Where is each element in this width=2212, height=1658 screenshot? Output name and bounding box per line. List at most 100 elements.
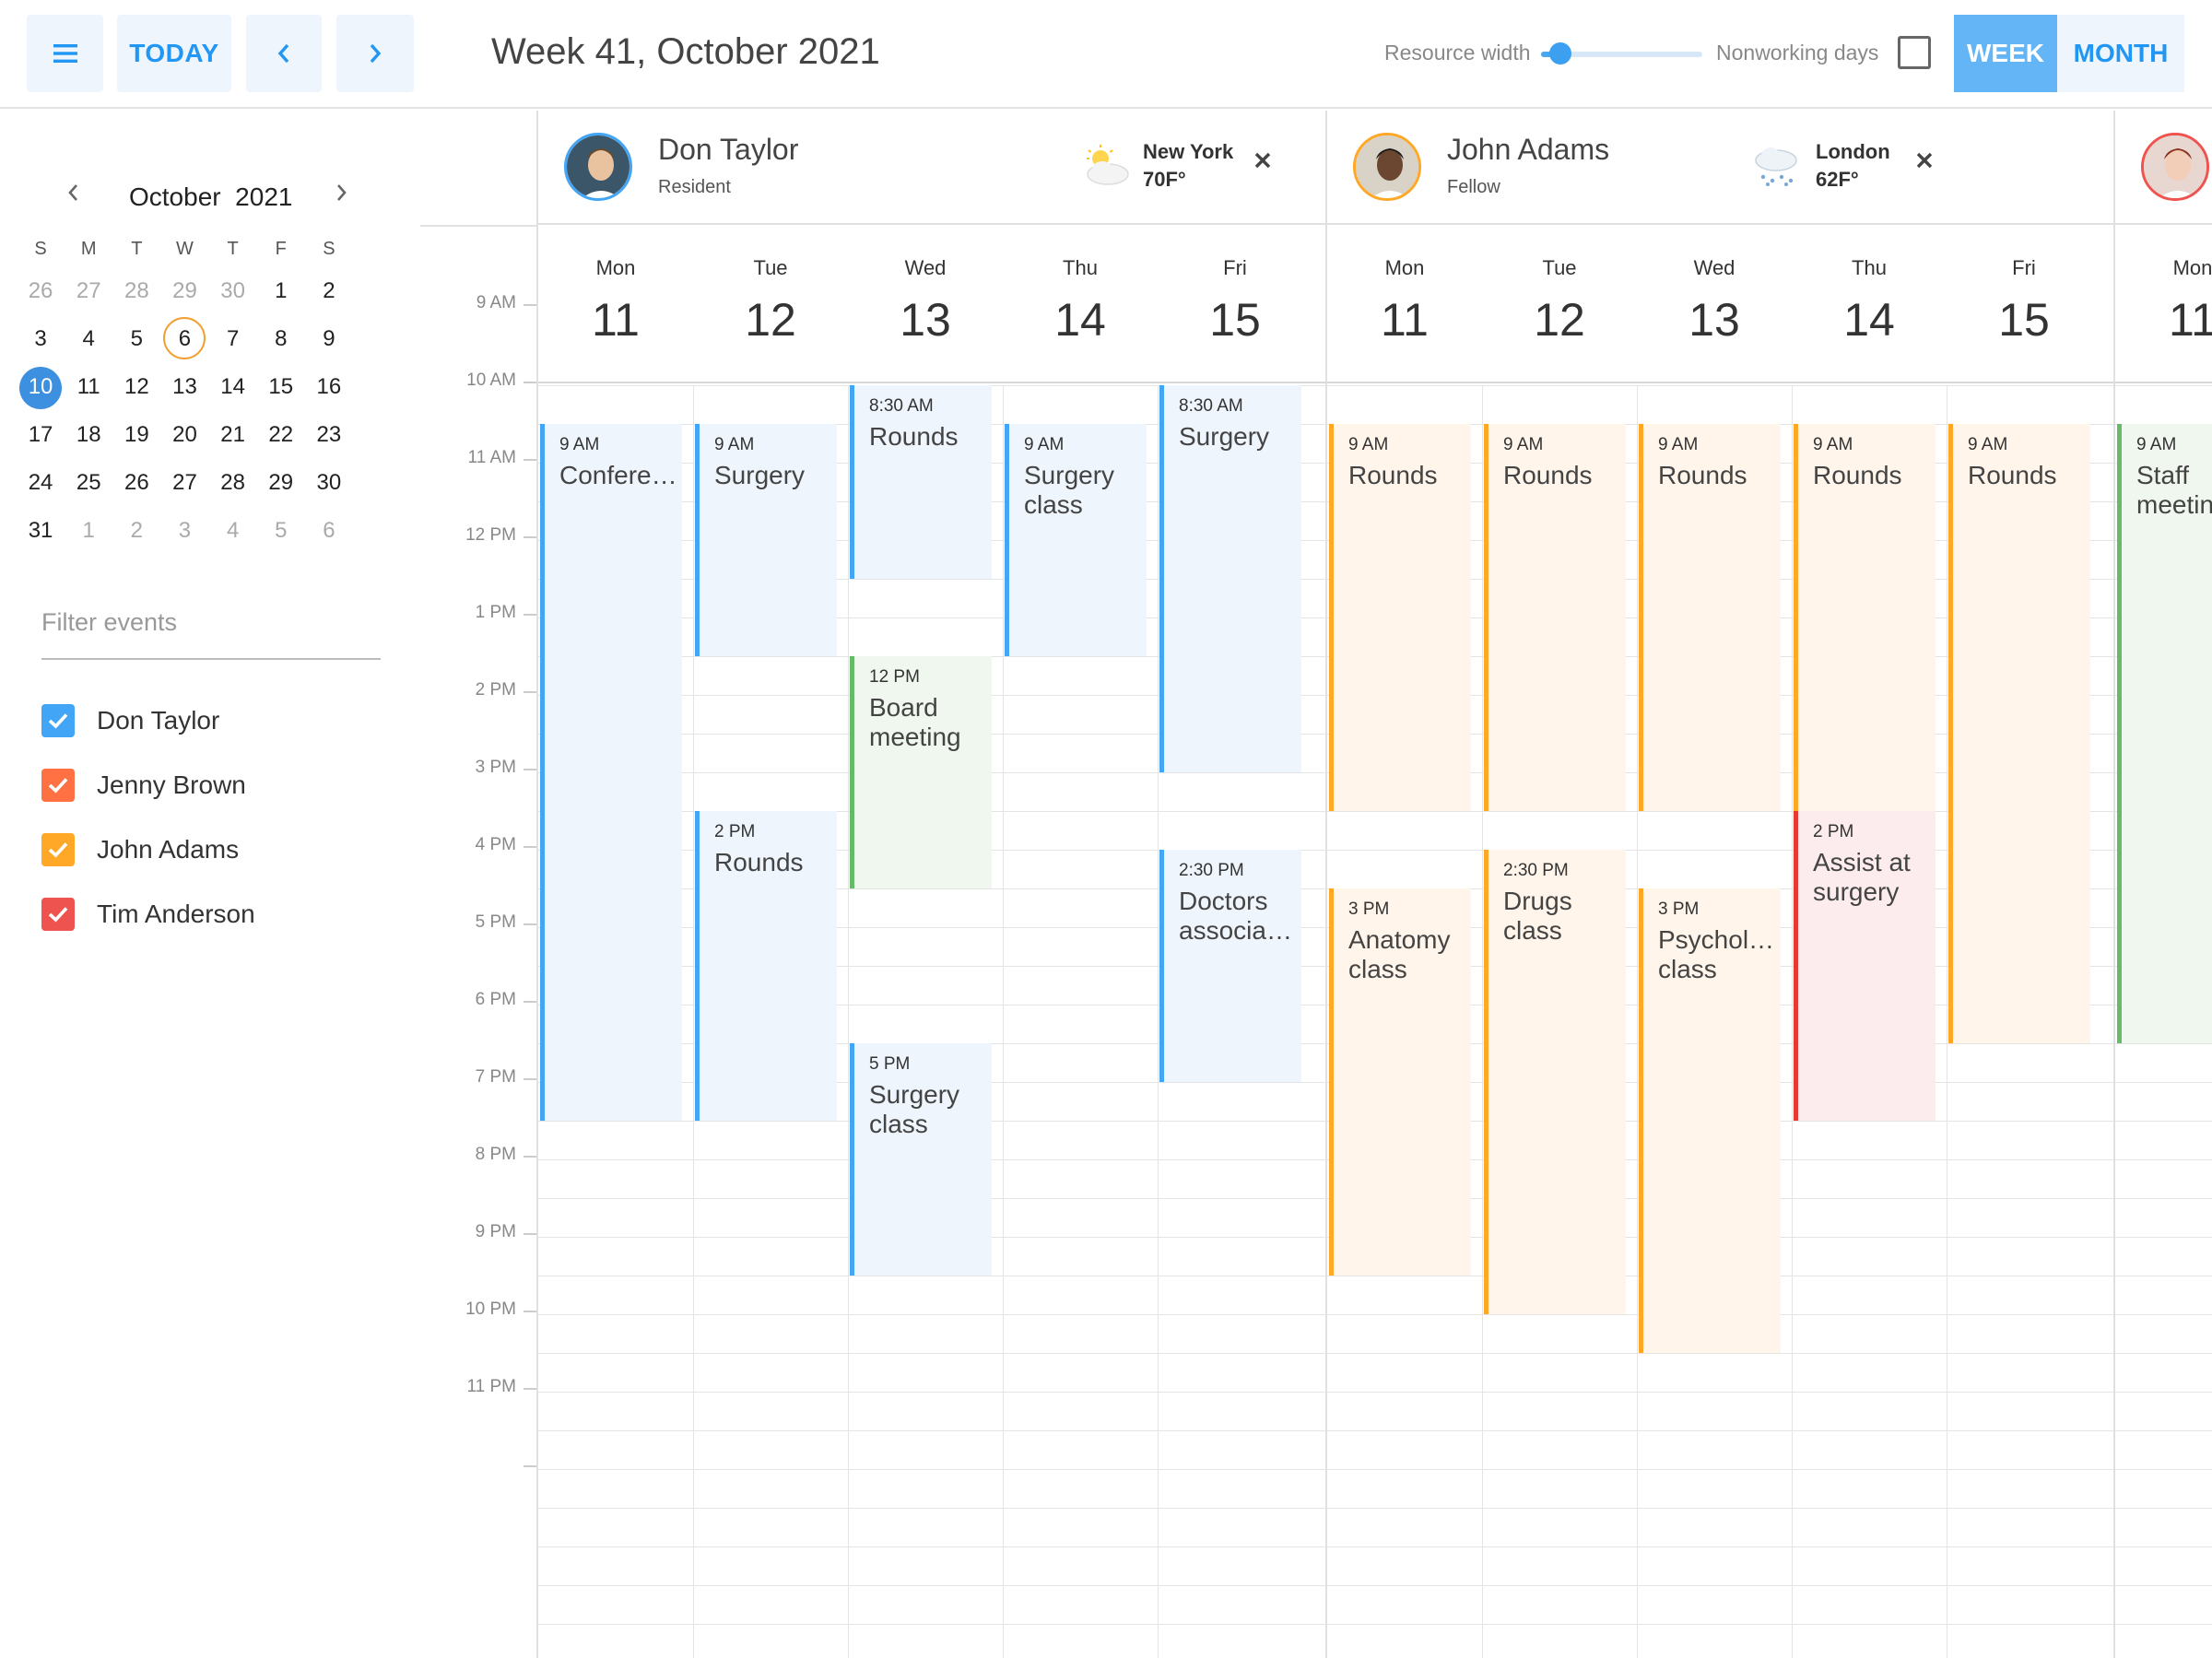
time-grid[interactable]: 9 AM Rounds 3 PM Anatomy class 9 AM Rounds 2:3… [1327,385,2114,1658]
resource-checkbox[interactable] [41,833,75,866]
nonworking-days-checkbox[interactable] [1898,36,1931,69]
mini-calendar-day[interactable]: 17 [17,411,65,459]
calendar-event[interactable]: 9 AM Surgery [695,424,837,656]
resource-checkbox[interactable] [41,704,75,737]
mini-calendar-day[interactable]: 21 [209,411,257,459]
calendar-event[interactable]: 5 PM Surgery class [850,1043,992,1276]
mini-calendar-day[interactable]: 24 [17,459,65,507]
mini-calendar-day[interactable]: 27 [65,267,112,315]
resource-width-slider[interactable] [1541,42,1702,65]
mini-calendar-day[interactable]: 29 [160,267,208,315]
day-header[interactable]: Tue 12 [1482,227,1637,383]
time-grid[interactable]: 9 AM Staff meetin [2115,385,2212,1658]
mini-calendar-day[interactable]: 26 [17,267,65,315]
day-header[interactable]: Tue 12 [693,227,848,383]
calendar-event[interactable]: 2 PM Assist at surgery [1794,811,1936,1121]
next-week-button[interactable] [336,15,414,92]
mini-calendar-day[interactable]: 6 [160,315,208,363]
calendar-event[interactable]: 2 PM Rounds [695,811,837,1121]
mini-calendar-day[interactable]: 19 [112,411,160,459]
mini-calendar-day[interactable]: 18 [65,411,112,459]
mini-calendar-day[interactable]: 9 [305,315,353,363]
calendar-event[interactable]: 3 PM Anatomy class [1329,888,1471,1276]
calendar-event[interactable]: 3 PM Psychol… class [1639,888,1781,1353]
prev-week-button[interactable] [246,15,322,92]
resource-checkbox[interactable] [41,898,75,931]
mini-calendar-day[interactable]: 16 [305,363,353,411]
mini-next-month-button[interactable] [335,177,348,208]
calendar-event[interactable]: 9 AM Surgery class [1005,424,1147,656]
calendar-event[interactable]: 8:30 AM Surgery [1159,385,1301,772]
mini-calendar-day[interactable]: 1 [257,267,305,315]
mini-calendar-day[interactable]: 26 [112,459,160,507]
mini-calendar-day[interactable]: 28 [209,459,257,507]
mini-calendar-day[interactable]: 3 [160,507,208,555]
day-header[interactable]: Mon 11 [2115,227,2212,383]
calendar-event[interactable]: 2:30 PM Drugs class [1484,850,1626,1314]
calendar-event[interactable]: 12 PM Board meeting [850,656,992,888]
mini-calendar-day[interactable]: 3 [17,315,65,363]
mini-calendar-day[interactable]: 7 [209,315,257,363]
mini-calendar-day[interactable]: 25 [65,459,112,507]
resource-filter-item[interactable]: John Adams [41,831,239,868]
day-header[interactable]: Wed 13 [848,227,1003,383]
month-view-button[interactable]: MONTH [2057,15,2184,92]
day-header[interactable]: Thu 14 [1003,227,1158,383]
calendar-event[interactable]: 9 AM Staff meetin [2117,424,2212,1043]
close-resource-button[interactable] [1915,146,1934,177]
resource-filter-item[interactable]: Don Taylor [41,702,219,739]
mini-calendar-day[interactable]: 4 [65,315,112,363]
slider-thumb[interactable] [1549,42,1571,65]
mini-calendar-day[interactable]: 30 [209,267,257,315]
mini-calendar-day[interactable]: 30 [305,459,353,507]
menu-button[interactable] [27,15,103,92]
mini-calendar-day[interactable]: 31 [17,507,65,555]
mini-calendar-day[interactable]: 20 [160,411,208,459]
mini-day-number: 23 [316,422,342,447]
mini-calendar-day[interactable]: 10 [17,363,65,411]
day-header[interactable]: Wed 13 [1637,227,1792,383]
mini-calendar-day[interactable]: 5 [257,507,305,555]
close-resource-button[interactable] [1253,146,1272,177]
mini-calendar-day[interactable]: 28 [112,267,160,315]
mini-calendar-day[interactable]: 14 [209,363,257,411]
mini-calendar-day[interactable]: 13 [160,363,208,411]
mini-calendar-day[interactable]: 1 [65,507,112,555]
mini-calendar-day[interactable]: 2 [112,507,160,555]
mini-calendar-day[interactable]: 12 [112,363,160,411]
calendar-event[interactable]: 9 AM Confere… [540,424,682,1121]
week-view-button[interactable]: WEEK [1954,15,2057,92]
calendar-event[interactable]: 9 AM Rounds [1639,424,1781,811]
calendar-event[interactable]: 8:30 AM Rounds [850,385,992,579]
mini-calendar-day[interactable]: 6 [305,507,353,555]
day-header[interactable]: Fri 15 [1947,227,2101,383]
calendar-event[interactable]: 2:30 PM Doctors associa… [1159,850,1301,1082]
mini-calendar-day[interactable]: 27 [160,459,208,507]
mini-calendar-day[interactable]: 22 [257,411,305,459]
resource-filter-item[interactable]: Tim Anderson [41,896,255,933]
mini-calendar-day[interactable]: 4 [209,507,257,555]
mini-calendar-day[interactable]: 23 [305,411,353,459]
mini-calendar-day[interactable]: 5 [112,315,160,363]
time-grid[interactable]: 9 AM Confere… 9 AM Surgery 2 PM Rounds 8:30 AM… [538,385,1325,1658]
mini-day-number: 5 [130,326,144,351]
mini-calendar-day[interactable]: 15 [257,363,305,411]
resource-filter-item[interactable]: Jenny Brown [41,767,246,804]
mini-calendar-day[interactable]: 11 [65,363,112,411]
filter-events-input[interactable]: Filter events [41,608,177,637]
calendar-event[interactable]: 9 AM Rounds [1948,424,2090,1043]
calendar-event[interactable]: 9 AM Rounds [1484,424,1626,811]
today-button[interactable]: TODAY [117,15,231,92]
mini-prev-month-button[interactable] [66,177,79,208]
mini-calendar-day[interactable]: 8 [257,315,305,363]
resource-checkbox[interactable] [41,769,75,802]
day-header[interactable]: Thu 14 [1792,227,1947,383]
mini-calendar-day[interactable]: 2 [305,267,353,315]
day-header[interactable]: Mon 11 [538,227,693,383]
mini-calendar-day[interactable]: 29 [257,459,305,507]
calendar-event[interactable]: 9 AM Rounds [1794,424,1936,811]
calendar-event[interactable]: 9 AM Rounds [1329,424,1471,811]
day-header[interactable]: Mon 11 [1327,227,1482,383]
day-name: Fri [1223,256,1247,279]
day-header[interactable]: Fri 15 [1158,227,1312,383]
